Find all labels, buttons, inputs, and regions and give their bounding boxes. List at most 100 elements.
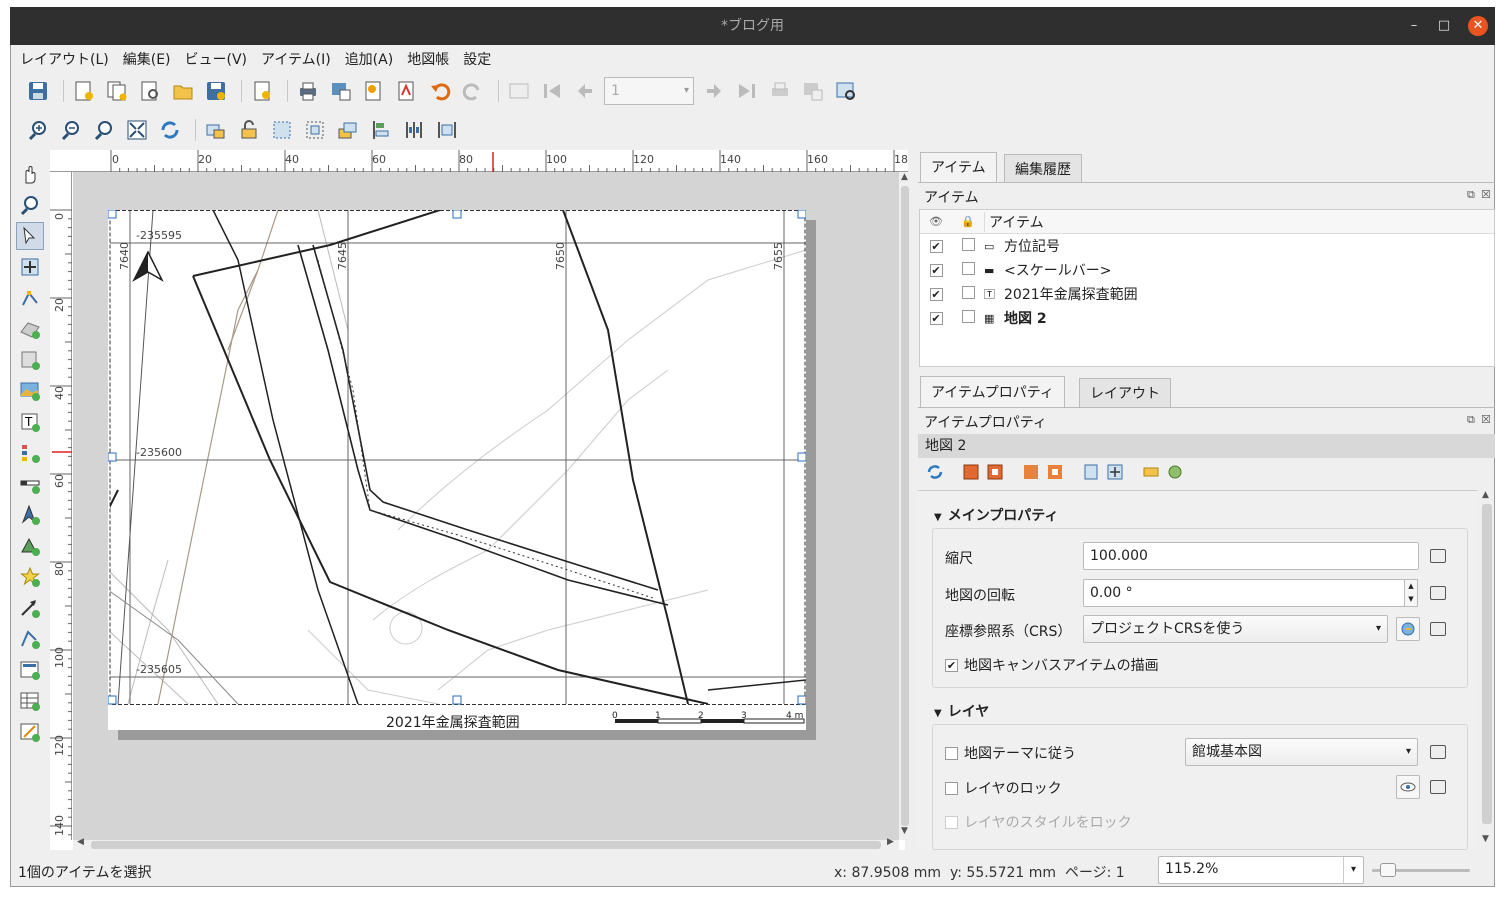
horizontal-scrollbar[interactable]: ◀ ▶ — [73, 837, 899, 850]
menu-settings[interactable]: 設定 — [463, 49, 491, 69]
export-svg-icon[interactable] — [360, 77, 388, 105]
theme-select[interactable]: 館城基本図 ▾ — [1185, 738, 1418, 766]
map-item[interactable]: -235595 -235600 -235605 7640 7645 7650 7… — [108, 210, 806, 732]
tab-items[interactable]: アイテム — [920, 152, 997, 182]
item-row[interactable]: ✔ ▭ 方位記号 — [920, 234, 1494, 258]
scroll-left-icon[interactable]: ◀ — [77, 837, 84, 847]
export-atlas-icon[interactable] — [799, 77, 827, 105]
item-visible-checkbox[interactable]: ✔ — [929, 240, 943, 253]
add-map-icon[interactable] — [16, 346, 44, 374]
add-label-icon[interactable]: T — [16, 408, 44, 436]
vertical-scrollbar[interactable]: ▲ ▼ — [899, 172, 911, 840]
save-icon[interactable] — [24, 77, 52, 105]
item-visible-checkbox[interactable]: ✔ — [929, 264, 943, 277]
print-icon[interactable] — [294, 77, 322, 105]
add-attribute-table-icon[interactable] — [16, 687, 44, 715]
follow-theme-option[interactable]: 地図テーマに従う — [945, 743, 1076, 763]
minimize-button[interactable]: – — [1404, 16, 1424, 36]
scroll-right-icon[interactable]: ▶ — [887, 837, 894, 847]
data-defined-override-icon[interactable] — [1426, 618, 1450, 640]
add-3d-map-icon[interactable] — [16, 315, 44, 343]
set-scale-icon[interactable] — [1022, 463, 1040, 481]
view-extent-icon[interactable] — [986, 463, 1004, 481]
add-scalebar-icon[interactable] — [16, 470, 44, 498]
float-panel-icon[interactable]: ⧉ — [1467, 413, 1475, 427]
group-items-icon[interactable] — [268, 116, 296, 144]
print-atlas-icon[interactable] — [766, 77, 794, 105]
lock-layers-checkbox[interactable] — [945, 781, 958, 795]
item-visible-checkbox[interactable]: ✔ — [929, 288, 943, 301]
items-column-header[interactable]: アイテム — [984, 211, 1044, 232]
tab-item-properties[interactable]: アイテムプロパティ — [920, 376, 1065, 408]
data-defined-override-icon[interactable] — [1426, 582, 1450, 604]
add-arrow-icon[interactable] — [16, 594, 44, 622]
align-items-icon[interactable] — [367, 116, 395, 144]
add-marker-icon[interactable] — [16, 563, 44, 591]
zoom-full-icon[interactable] — [123, 116, 151, 144]
menu-layout[interactable]: レイアウト(L) — [20, 49, 109, 69]
selection-handles[interactable] — [108, 210, 806, 705]
first-feature-icon[interactable] — [538, 77, 566, 105]
draw-canvas-items-option[interactable]: ✔ 地図キャンバスアイテムの描画 — [945, 655, 1159, 675]
rotation-input[interactable]: 0.00 ° — [1083, 579, 1405, 607]
label-settings-icon[interactable] — [1142, 463, 1160, 481]
zoom-100-icon[interactable] — [90, 116, 118, 144]
data-defined-override-icon[interactable] — [1426, 776, 1450, 798]
previous-feature-icon[interactable] — [571, 77, 599, 105]
scroll-down-icon[interactable]: ▼ — [1482, 834, 1489, 844]
refresh-icon[interactable] — [156, 116, 184, 144]
zoom-select[interactable]: 115.2% ▾ — [1158, 856, 1364, 884]
lock-styles-option[interactable]: レイヤのスタイルをロック — [945, 812, 1132, 832]
add-fixed-table-icon[interactable] — [16, 718, 44, 746]
set-map-extent-icon[interactable] — [962, 463, 980, 481]
scalebar[interactable]: 0 1 2 3 4 m — [612, 711, 805, 724]
add-html-icon[interactable] — [16, 656, 44, 684]
map-title[interactable]: 2021年金属探査範囲 — [386, 714, 520, 731]
add-shape-icon[interactable] — [16, 532, 44, 560]
redo-icon[interactable] — [459, 77, 487, 105]
crs-select[interactable]: プロジェクトCRSを使う ▾ — [1083, 615, 1388, 643]
ungroup-items-icon[interactable] — [301, 116, 329, 144]
undo-icon[interactable] — [426, 77, 454, 105]
resize-items-icon[interactable] — [433, 116, 461, 144]
atlas-settings-icon[interactable] — [832, 77, 860, 105]
bookmark-icon[interactable] — [1082, 463, 1100, 481]
scrollbar-thumb[interactable] — [1482, 504, 1492, 824]
raise-items-icon[interactable] — [334, 116, 362, 144]
menu-add[interactable]: 追加(A) — [345, 49, 394, 69]
move-content-icon[interactable] — [1106, 463, 1124, 481]
last-feature-icon[interactable] — [733, 77, 761, 105]
view-scale-icon[interactable] — [1046, 463, 1064, 481]
add-nodes-icon[interactable] — [16, 625, 44, 653]
draw-canvas-checkbox[interactable]: ✔ — [945, 658, 958, 672]
vertical-ruler[interactable]: 0 20 40 60 80 100 120 140 — [50, 172, 72, 840]
data-defined-override-icon[interactable] — [1426, 545, 1450, 567]
scroll-down-icon[interactable]: ▼ — [901, 826, 908, 836]
horizontal-ruler[interactable]: 0 20 40 60 80 100 120 140 160 180 — [50, 150, 908, 172]
clipping-settings-icon[interactable] — [1166, 463, 1184, 481]
pan-icon[interactable] — [16, 160, 44, 188]
item-visible-checkbox[interactable]: ✔ — [929, 312, 943, 325]
atlas-page-select[interactable]: 1 ▾ — [604, 77, 694, 105]
lock-styles-checkbox[interactable] — [945, 815, 958, 829]
tab-layout[interactable]: レイアウト — [1079, 378, 1171, 408]
zoom-in-icon[interactable] — [24, 116, 52, 144]
item-row[interactable]: ✔ ▦ 地図 2 — [920, 306, 1494, 330]
page-setup-icon[interactable] — [248, 77, 276, 105]
menu-item[interactable]: アイテム(I) — [261, 49, 331, 69]
unlock-items-icon[interactable] — [235, 116, 263, 144]
item-row[interactable]: ✔ ▬ <スケールバー> — [920, 258, 1494, 282]
rotation-spinner[interactable]: ▲ ▼ — [1404, 579, 1418, 607]
follow-theme-checkbox[interactable] — [945, 746, 958, 760]
save-template-icon[interactable] — [202, 77, 230, 105]
maximize-button[interactable]: □ — [1434, 16, 1454, 36]
menu-edit[interactable]: 編集(E) — [123, 49, 171, 69]
menu-view[interactable]: ビュー(V) — [185, 49, 248, 69]
scale-input[interactable]: 100.000 — [1083, 542, 1419, 570]
duplicate-layout-icon[interactable] — [103, 77, 131, 105]
open-template-icon[interactable] — [169, 77, 197, 105]
data-defined-override-icon[interactable] — [1426, 741, 1450, 763]
lock-layers-option[interactable]: レイヤのロック — [945, 778, 1062, 798]
export-image-icon[interactable] — [327, 77, 355, 105]
zoom-tool-icon[interactable] — [16, 191, 44, 219]
